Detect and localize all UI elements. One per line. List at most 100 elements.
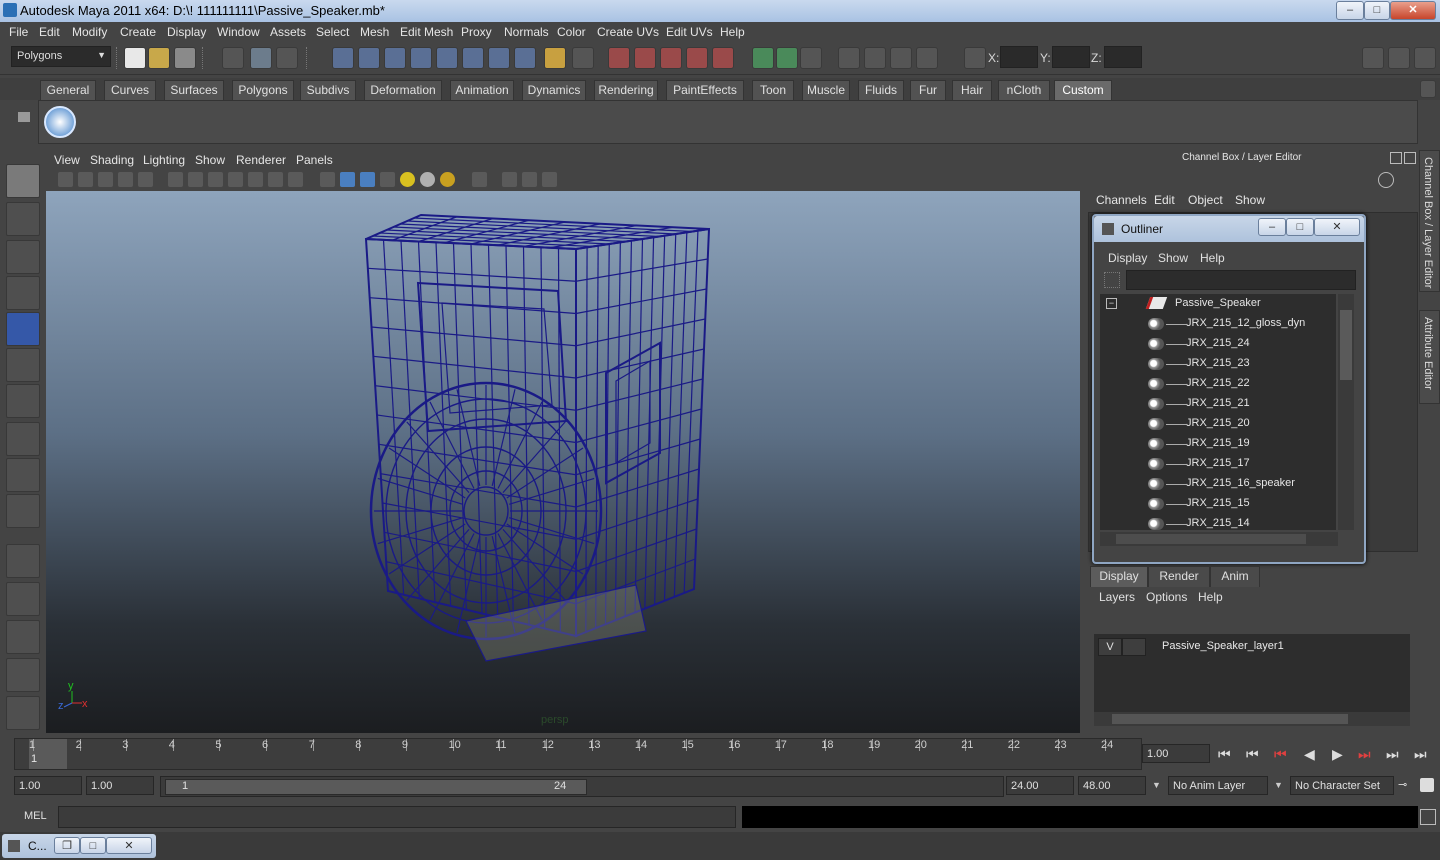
maximize-button[interactable]: □	[1364, 1, 1390, 20]
rotate-tool-icon[interactable]	[6, 312, 40, 346]
shelf-tab-subdivs[interactable]: Subdivs	[300, 80, 356, 100]
shelf-tab-polygons[interactable]: Polygons	[232, 80, 294, 100]
outliner-item[interactable]: JRX_215_12_gloss_dyn	[1100, 314, 1336, 334]
snap-grid-icon[interactable]	[332, 47, 354, 69]
outliner-menu-show[interactable]: Show	[1158, 251, 1188, 265]
filter-icon[interactable]	[1104, 272, 1120, 288]
shelf-tab-animation[interactable]: Animation	[450, 80, 514, 100]
layer-visibility-toggle[interactable]: V	[1098, 638, 1122, 656]
safe-action-icon[interactable]	[268, 172, 283, 187]
tool-settings-toggle-icon[interactable]	[1414, 47, 1436, 69]
playback-start-field[interactable]: 1.00	[86, 776, 154, 795]
render-sequence-icon[interactable]	[890, 47, 912, 69]
bookmark-icon[interactable]	[98, 172, 113, 187]
layer-tab-anim[interactable]: Anim	[1210, 566, 1260, 587]
animation-start-field[interactable]: 1.00	[14, 776, 82, 795]
field-chart-icon[interactable]	[248, 172, 263, 187]
universal-manipulator-icon[interactable]	[6, 384, 40, 418]
render-frame-icon[interactable]	[686, 47, 708, 69]
menu-edit-mesh[interactable]: Edit Mesh	[400, 25, 453, 39]
all-lights-icon[interactable]	[420, 172, 435, 187]
shelf-tab-deformation[interactable]: Deformation	[364, 80, 442, 100]
side-tab-channel-box[interactable]: Channel Box / Layer Editor	[1419, 150, 1440, 292]
move-layer-down-icon[interactable]	[1338, 612, 1354, 628]
layer-menu-layers[interactable]: Layers	[1099, 590, 1135, 604]
shelf-tab-muscle[interactable]: Muscle	[802, 80, 850, 100]
select-object-icon[interactable]	[250, 47, 272, 69]
anim-layer-chevron-down-icon[interactable]: ▼	[1152, 780, 1161, 790]
shelf-tab-general[interactable]: General	[40, 80, 96, 100]
menu-create[interactable]: Create	[120, 25, 156, 39]
range-slider-handle[interactable]: 1 24	[165, 779, 587, 795]
viewport-menu-shading[interactable]: Shading	[90, 153, 134, 167]
menu-file[interactable]: File	[9, 25, 28, 39]
outliner-item[interactable]: JRX_215_20	[1100, 414, 1336, 434]
select-highlight-icon[interactable]	[572, 47, 594, 69]
mel-label[interactable]: MEL	[24, 810, 47, 822]
viewport-menu-lighting[interactable]: Lighting	[143, 153, 185, 167]
shadows-icon[interactable]	[440, 172, 455, 187]
cb-menu-edit[interactable]: Edit	[1154, 193, 1175, 207]
gate-mask-icon[interactable]	[228, 172, 243, 187]
outliner-scroll-thumb[interactable]	[1340, 310, 1352, 380]
construction-history-icon[interactable]	[608, 47, 630, 69]
xray-icon[interactable]	[502, 172, 517, 187]
menu-mesh[interactable]: Mesh	[360, 25, 389, 39]
minimized-maximize-button[interactable]: □	[80, 837, 106, 854]
side-tab-attribute-editor[interactable]: Attribute Editor	[1419, 310, 1440, 404]
image-plane-icon[interactable]	[118, 172, 133, 187]
resolution-gate-icon[interactable]	[208, 172, 223, 187]
render-settings-icon[interactable]	[752, 47, 774, 69]
layer-horizontal-scrollbar[interactable]	[1094, 712, 1410, 726]
viewport-menu-renderer[interactable]: Renderer	[236, 153, 286, 167]
key-icon[interactable]: ⊸	[1398, 778, 1407, 791]
new-layer-icon[interactable]	[1364, 612, 1380, 628]
outliner-root-item[interactable]: − Passive_Speaker	[1100, 294, 1336, 314]
manipulator-icon[interactable]	[1358, 172, 1372, 186]
menu-edit[interactable]: Edit	[39, 25, 60, 39]
safe-title-icon[interactable]	[288, 172, 303, 187]
new-scene-icon[interactable]	[124, 47, 146, 69]
checkmark-icon[interactable]	[44, 106, 76, 138]
soft-modification-icon[interactable]	[6, 422, 40, 456]
float-panel-icon[interactable]	[1390, 152, 1402, 164]
shelf-tab-painteffects[interactable]: PaintEffects	[666, 80, 744, 100]
mel-input[interactable]	[58, 806, 736, 828]
mode-selector[interactable]: Polygons ▼	[11, 46, 111, 67]
persp-outliner-layout-icon[interactable]	[6, 620, 40, 654]
layer-type-toggle[interactable]	[1122, 638, 1146, 656]
y-input[interactable]	[1052, 46, 1090, 68]
menu-help[interactable]: Help	[720, 25, 745, 39]
outliner-item[interactable]: JRX_215_15	[1100, 494, 1336, 514]
outliner-item[interactable]: JRX_215_17	[1100, 454, 1336, 474]
menu-modify[interactable]: Modify	[72, 25, 107, 39]
cb-menu-object[interactable]: Object	[1188, 193, 1223, 207]
move-tool-icon[interactable]	[6, 276, 40, 310]
camera-select-icon[interactable]	[58, 172, 73, 187]
shelf-menu-handle[interactable]	[16, 80, 32, 142]
layer-menu-options[interactable]: Options	[1146, 590, 1187, 604]
outliner-menu-display[interactable]: Display	[1108, 251, 1147, 265]
play-backwards-icon[interactable]: ◀	[1304, 746, 1315, 763]
move-layer-up-icon[interactable]	[1314, 612, 1330, 628]
animation-preferences-icon[interactable]	[1420, 778, 1434, 792]
outliner-hscroll-thumb[interactable]	[1116, 534, 1306, 544]
shelf-tab-fluids[interactable]: Fluids	[858, 80, 904, 100]
xray-components-icon[interactable]	[542, 172, 557, 187]
new-layer-selected-icon[interactable]	[1390, 612, 1406, 628]
history-icon[interactable]	[488, 47, 510, 69]
speed-icon[interactable]	[1378, 172, 1394, 188]
outliner-item[interactable]: JRX_215_22	[1100, 374, 1336, 394]
select-component-icon[interactable]	[276, 47, 298, 69]
outliner-vertical-scrollbar[interactable]	[1338, 294, 1354, 530]
menu-color[interactable]: Color	[557, 25, 586, 39]
outliner-item[interactable]: JRX_215_16_speaker	[1100, 474, 1336, 494]
snap-live-icon[interactable]	[462, 47, 484, 69]
menu-edit-uvs[interactable]: Edit UVs	[666, 25, 713, 39]
step-forward-icon[interactable]: ⏭	[1386, 746, 1399, 763]
menu-create-uvs[interactable]: Create UVs	[597, 25, 659, 39]
outliner-item[interactable]: JRX_215_14	[1100, 514, 1336, 530]
default-light-icon[interactable]	[400, 172, 415, 187]
outliner-item[interactable]: JRX_215_24	[1100, 334, 1336, 354]
outliner-minimize-button[interactable]: –	[1258, 218, 1286, 236]
